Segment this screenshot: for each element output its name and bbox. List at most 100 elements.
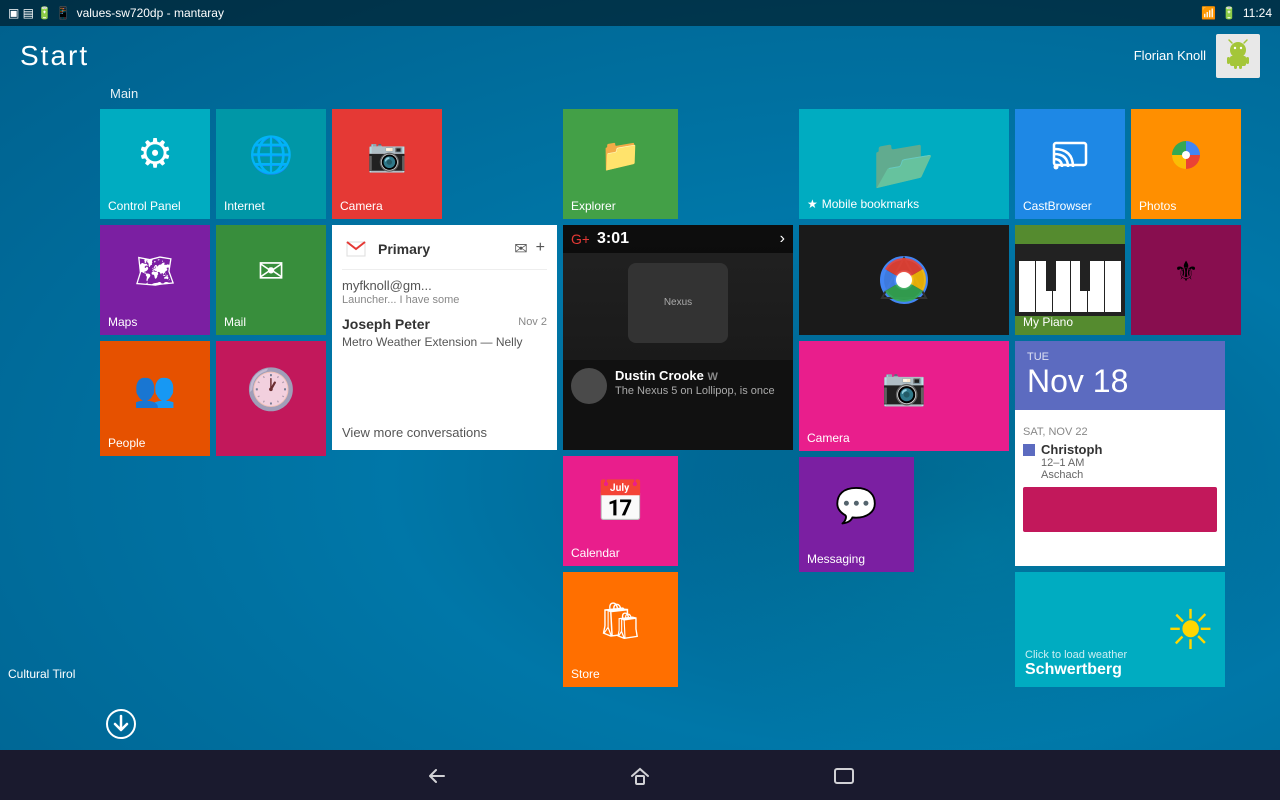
download-button[interactable] <box>105 706 137 740</box>
camera2-icon: 📷 <box>882 366 927 408</box>
people-label: People <box>108 436 145 450</box>
internet-label: Internet <box>224 199 265 213</box>
calendar-icon: 📅 <box>596 478 646 525</box>
cultural-icon: ⚜ <box>1173 255 1198 288</box>
section-label: Main <box>0 86 1280 101</box>
device-label: values-sw720dp - mantaray <box>77 6 224 20</box>
control-panel-tile[interactable]: ⚙ Control Panel <box>100 109 210 219</box>
status-right: 📶 🔋 11:24 <box>1201 6 1272 20</box>
row-piano-cultural: My Piano ⚜ Cultural Tirol <box>1015 225 1241 335</box>
cal-event-item: Christoph 12–1 AM Aschach <box>1023 442 1217 481</box>
gmail-sender-email: myfknoll@gm... <box>342 278 432 293</box>
gear-icon: ⚙ <box>137 131 173 177</box>
avatar[interactable] <box>1216 34 1260 78</box>
svg-text:G+: G+ <box>571 231 589 247</box>
col-5: 📂 ★ Mobile bookmarks <box>799 109 1009 687</box>
gmail-sender-name: Joseph Peter <box>342 316 430 332</box>
cal-event-time: 12–1 AM <box>1041 457 1102 469</box>
maps-tile[interactable]: 🗺 Maps <box>100 225 210 335</box>
top-bar: Start Florian Knoll <box>0 26 1280 86</box>
gmail-label: Primary <box>378 241 504 257</box>
status-icons: ▣ ▤ 🔋 📱 <box>8 6 71 20</box>
cal-day-label: TUE <box>1027 351 1213 363</box>
mypiano-label: My Piano <box>1023 315 1073 329</box>
photos-label: Photos <box>1139 199 1176 213</box>
store-icon: 🛍 <box>598 600 644 642</box>
photos-icon <box>1168 137 1204 173</box>
user-area[interactable]: Florian Knoll <box>1134 34 1260 78</box>
gmail-date: Nov 2 <box>518 316 547 328</box>
back-icon <box>424 764 448 788</box>
gmail-actions[interactable]: ✉ + <box>512 237 547 261</box>
camera1-icon: 📷 <box>367 136 407 174</box>
gplus-bar: G+ 3:01 › <box>563 225 793 253</box>
castbrowser-tile[interactable]: CastBrowser <box>1015 109 1125 219</box>
maps-icon: 🗺 <box>135 252 176 290</box>
pinwheel-svg <box>1168 137 1204 173</box>
people-icon: 👥 <box>134 370 176 410</box>
status-left: ▣ ▤ 🔋 📱 values-sw720dp - mantaray <box>8 6 224 20</box>
gmail-add-icon[interactable]: + <box>534 237 547 261</box>
row-cast-photos: CastBrowser Photos <box>1015 109 1241 219</box>
gplus-screenshot: G+ 3:01 › Nexus <box>563 225 793 360</box>
home-icon <box>628 764 652 788</box>
col-2: 🌐 Internet ✉ Mail 🕐 <box>216 109 326 687</box>
cal-widget-header: TUE Nov 18 <box>1015 341 1225 410</box>
explorer-label: Explorer <box>571 199 616 213</box>
gplus-tile[interactable]: G+ 3:01 › Nexus Dustin Crooke W Th <box>563 225 793 450</box>
gmail-tile[interactable]: Primary ✉ + myfknoll@gm... Launcher... I… <box>332 225 557 450</box>
chrome-tile[interactable] <box>799 225 1009 335</box>
home-button[interactable] <box>628 762 652 788</box>
explorer-icon: 📁 <box>601 136 641 174</box>
internet-tile[interactable]: 🌐 Internet <box>216 109 326 219</box>
messaging-icon: 💬 <box>835 486 877 526</box>
store-tile[interactable]: 🛍 Store <box>563 572 678 687</box>
gmail-view-more[interactable]: View more conversations <box>342 415 487 440</box>
folder-icon: 📂 <box>873 135 935 194</box>
internet-icon: 🌐 <box>249 134 294 176</box>
camera2-tile[interactable]: 📷 Camera <box>799 341 1009 451</box>
user-name: Florian Knoll <box>1134 48 1206 65</box>
people-tile[interactable]: 👥 People <box>100 341 210 456</box>
gmail-envelope-icon[interactable]: ✉ <box>512 237 529 261</box>
tiles-container: ⚙ Control Panel 🗺 Maps 👥 People 🌐 Intern… <box>0 109 1280 687</box>
schwertberg-tile[interactable]: ☀ Click to load weather Schwertberg <box>1015 572 1225 687</box>
page-title: Start <box>20 40 89 72</box>
store-label: Store <box>571 667 600 681</box>
back-button[interactable] <box>424 762 448 788</box>
cultural-label: Cultural Tirol <box>8 667 75 681</box>
gplus-time: 3:01 <box>597 230 629 248</box>
camera2-label: Camera <box>807 431 850 445</box>
mail-tile[interactable]: ✉ Mail <box>216 225 326 335</box>
sun-icon: ☀ <box>1166 598 1215 662</box>
calendar-label: Calendar <box>571 546 620 560</box>
explorer-tile[interactable]: 📁 Explorer <box>563 109 678 219</box>
calendar-widget-tile[interactable]: TUE Nov 18 SAT, NOV 22 Christoph 12–1 AM… <box>1015 341 1225 566</box>
calendar-tile[interactable]: 📅 Calendar <box>563 456 678 566</box>
bookmark-star-label: ★ Mobile bookmarks <box>807 197 919 211</box>
col-1: ⚙ Control Panel 🗺 Maps 👥 People <box>100 109 210 687</box>
mypiano-tile[interactable]: My Piano <box>1015 225 1125 335</box>
messaging-label: Messaging <box>807 552 865 566</box>
camera1-tile[interactable]: 📷 Camera <box>332 109 442 219</box>
gmail-header: Primary ✉ + <box>342 235 547 270</box>
recents-button[interactable] <box>832 762 856 788</box>
gplus-content: Dustin Crooke W The Nexus 5 on Lollipop,… <box>563 360 793 412</box>
col-4: 📁 Explorer G+ 3:01 › Nexus <box>563 109 793 687</box>
messaging-tile[interactable]: 💬 Messaging <box>799 457 914 572</box>
bookmarks-tile[interactable]: 📂 ★ Mobile bookmarks <box>799 109 1009 219</box>
clock-tile[interactable]: 🕐 <box>216 341 326 456</box>
mail-label: Mail <box>224 315 246 329</box>
cal-events-area: SAT, NOV 22 Christoph 12–1 AM Aschach <box>1015 410 1225 566</box>
chrome-icon <box>874 250 934 310</box>
col-6: CastBrowser Photos <box>1015 109 1241 687</box>
schwertberg-click-label: Click to load weather <box>1025 649 1127 661</box>
photos-tile[interactable]: Photos <box>1131 109 1241 219</box>
mail-icon: ✉ <box>258 252 285 290</box>
news-avatar <box>571 368 607 404</box>
cultural-tile[interactable]: ⚜ Cultural Tirol <box>1131 225 1241 335</box>
bottom-nav <box>0 750 1280 800</box>
piano-keys <box>1015 244 1125 316</box>
camera1-label: Camera <box>340 199 383 213</box>
battery-icon: 🔋 <box>1222 6 1237 20</box>
